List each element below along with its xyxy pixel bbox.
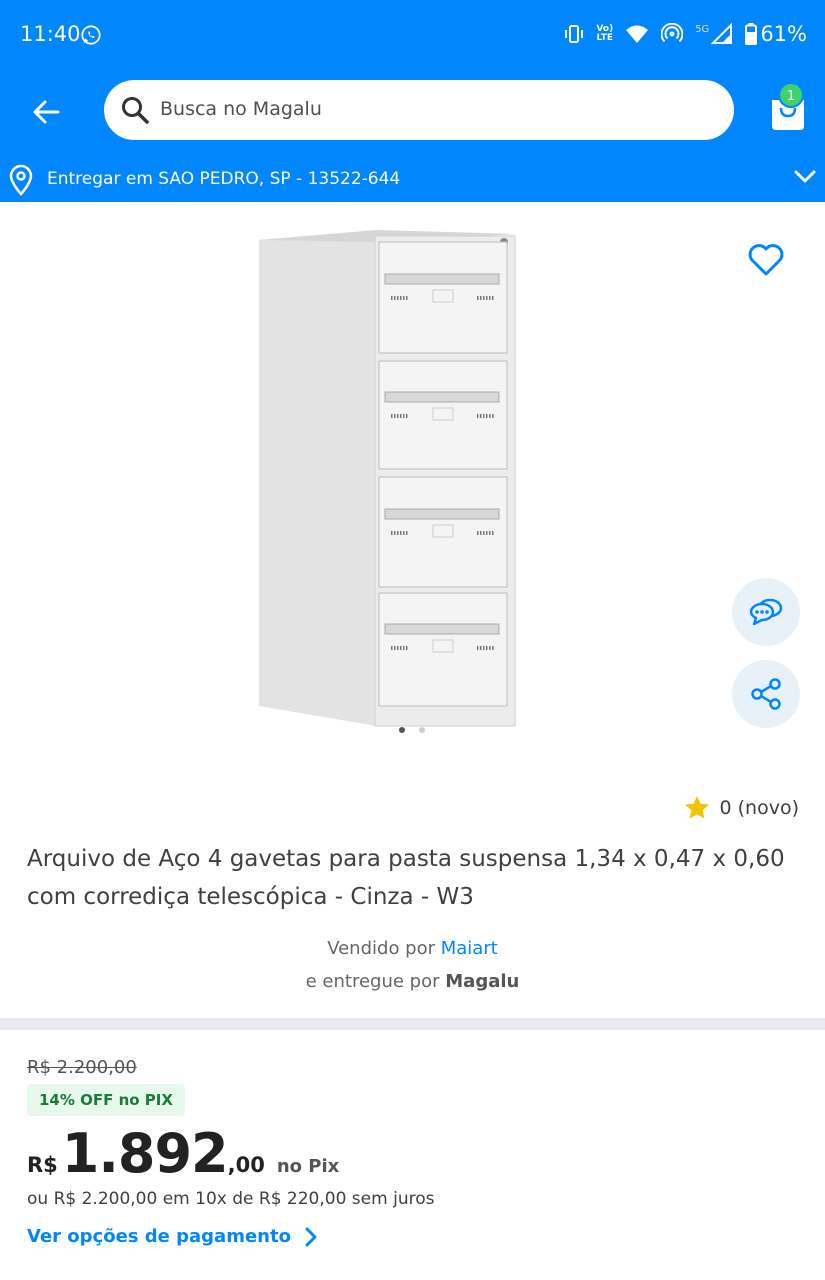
share-icon <box>751 678 781 710</box>
payment-options-link[interactable]: Ver opções de pagamento <box>27 1226 317 1247</box>
drawer-3 <box>378 476 508 588</box>
pix-discount-badge: 14% OFF no PIX <box>27 1084 185 1116</box>
chevron-down-icon[interactable] <box>794 170 816 184</box>
product-image[interactable] <box>255 228 517 728</box>
drawer-2 <box>378 360 508 470</box>
sold-by-label: Vendido por <box>327 938 436 959</box>
current-price: R$ 1.892 ,00 no Pix <box>27 1122 339 1185</box>
chat-icon <box>749 598 783 626</box>
location-pin-icon <box>9 164 33 196</box>
search-bar[interactable]: Busca no Magalu <box>104 80 734 140</box>
section-divider <box>0 1018 825 1030</box>
price-cents: ,00 <box>227 1153 265 1177</box>
wifi-icon <box>626 25 649 43</box>
price-pix-suffix: no Pix <box>276 1156 340 1177</box>
star-icon <box>684 796 709 819</box>
chat-button[interactable] <box>732 578 800 646</box>
drawer-1 <box>378 241 508 354</box>
whatsapp-icon <box>81 25 101 45</box>
signal-icon <box>711 23 733 44</box>
delivered-by-label: e entregue por <box>305 971 440 992</box>
installments-info: ou R$ 2.200,00 em 10x de R$ 220,00 sem j… <box>27 1189 435 1209</box>
old-price: R$ 2.200,00 <box>27 1057 137 1078</box>
payment-options-label: Ver opções de pagamento <box>27 1226 291 1247</box>
battery-icon <box>745 23 758 45</box>
rating-text: 0 (novo) <box>719 796 800 819</box>
product-rating[interactable]: 0 (novo) <box>684 795 800 820</box>
hotspot-icon <box>661 23 684 43</box>
status-icons: Vo) LTE 5G 61% <box>564 22 807 46</box>
vibrate-icon <box>565 25 584 43</box>
product-title: Arquivo de Aço 4 gavetas para pasta susp… <box>27 846 785 910</box>
price-currency: R$ <box>27 1153 58 1177</box>
share-button[interactable] <box>732 660 800 728</box>
price-integer: 1.892 <box>61 1122 229 1185</box>
delivery-address: Entregar em SAO PEDRO, SP - 13522-644 <box>47 169 401 189</box>
back-arrow-icon[interactable] <box>28 94 64 130</box>
top-header: Busca no Magalu 1 <box>0 72 825 154</box>
search-icon <box>122 97 149 124</box>
battery-percent: 61% <box>760 22 807 46</box>
seller-info: Vendido por Maiart e entregue por Magalu <box>0 932 825 998</box>
volte-indicator: Vo) LTE <box>596 24 614 43</box>
pagination-dot-active[interactable] <box>399 727 405 733</box>
heart-icon[interactable] <box>746 240 786 280</box>
delivered-by-name: Magalu <box>445 971 520 992</box>
seller-link[interactable]: Maiart <box>441 938 498 959</box>
delivery-location-bar[interactable]: Entregar em SAO PEDRO, SP - 13522-644 <box>0 154 825 202</box>
battery-status: 61% <box>745 22 807 46</box>
status-bar: 11:40 Vo) LTE 5G 61% <box>0 0 825 72</box>
search-input[interactable]: Busca no Magalu <box>160 98 322 120</box>
drawer-4 <box>378 592 508 707</box>
cart-count-badge: 1 <box>778 82 804 108</box>
chevron-right-icon <box>305 1227 317 1246</box>
status-time: 11:40 <box>20 22 81 46</box>
pagination-dot[interactable] <box>419 727 425 733</box>
gallery-pagination <box>399 727 425 733</box>
network-type: 5G <box>695 23 710 35</box>
